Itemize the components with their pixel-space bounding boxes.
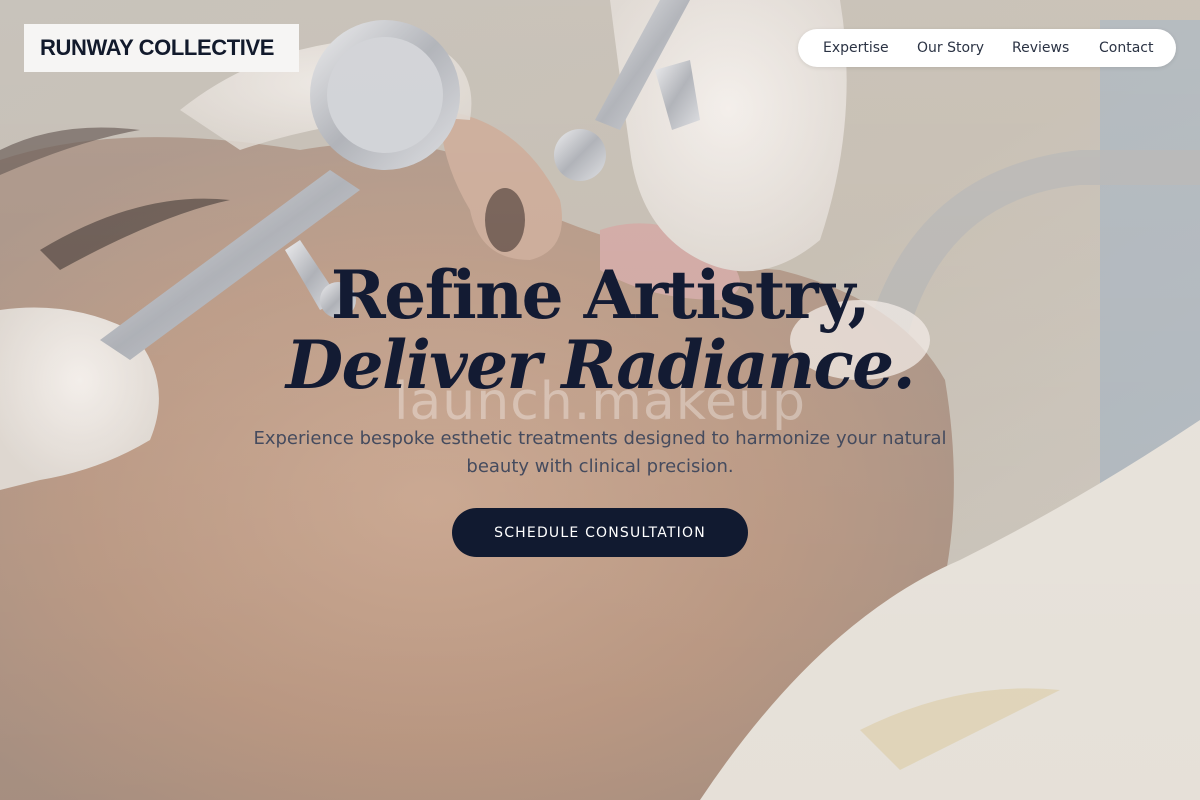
nav-link-reviews[interactable]: Reviews [1012, 29, 1069, 67]
hero-subheading: Experience bespoke esthetic treatments d… [253, 428, 947, 477]
main-navigation: Expertise Our Story Reviews Contact [798, 29, 1176, 67]
brand-name: RUNWAY COLLECTIVE [40, 35, 275, 60]
hero-headline-line-2: Deliver Radiance. [285, 326, 916, 404]
hero-headline-line-1: Refine Artistry, [330, 256, 871, 334]
nav-link-contact[interactable]: Contact [1099, 29, 1153, 67]
nav-link-expertise[interactable]: Expertise [823, 29, 889, 67]
schedule-consultation-button[interactable]: SCHEDULE CONSULTATION [452, 508, 748, 557]
nav-link-our-story[interactable]: Our Story [917, 29, 984, 67]
schedule-consultation-label: SCHEDULE CONSULTATION [494, 524, 706, 541]
brand-logo[interactable]: RUNWAY COLLECTIVE [24, 24, 299, 72]
